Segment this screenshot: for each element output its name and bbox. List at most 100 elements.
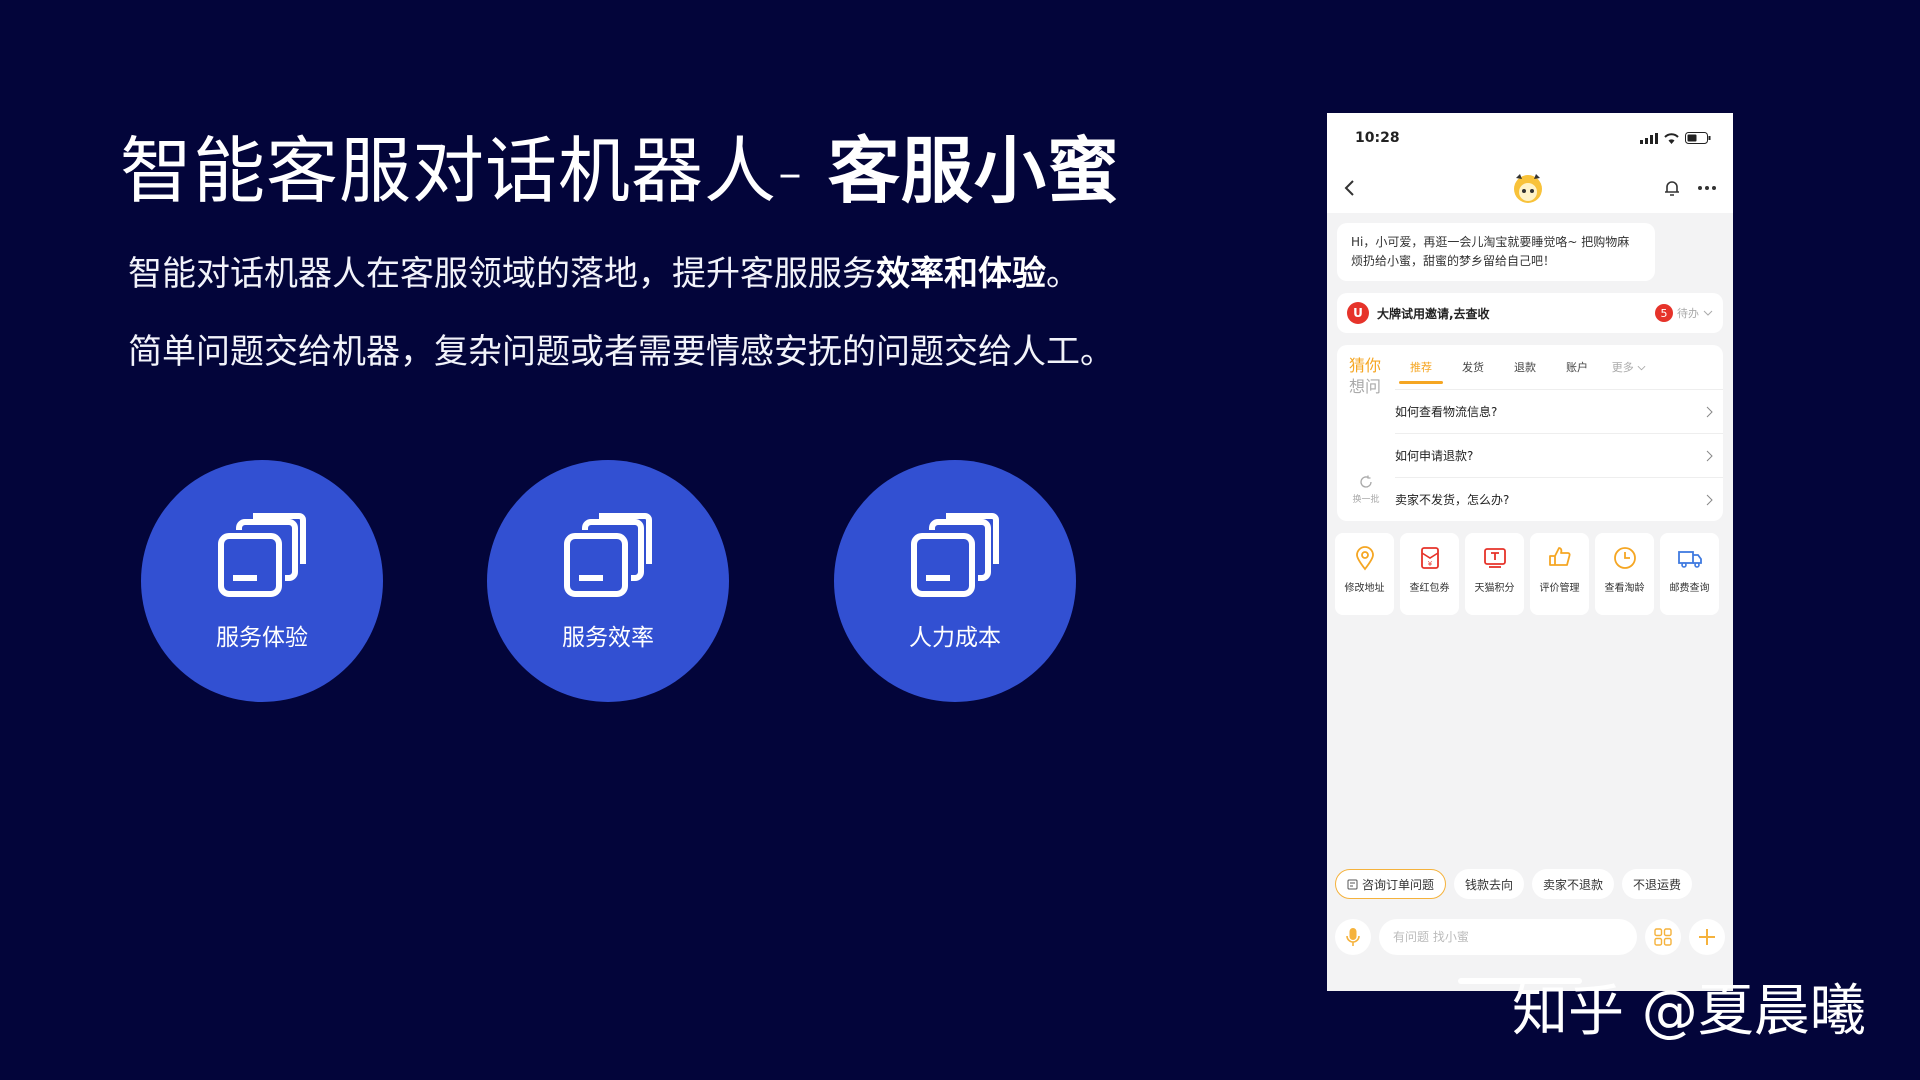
truck-icon	[1677, 551, 1702, 568]
service-label: 邮费查询	[1669, 583, 1710, 594]
chip-order-question[interactable]: 咨询订单问题	[1335, 869, 1447, 899]
question-text: 卖家不发货，怎么办?	[1395, 493, 1510, 507]
line1-bold: 效率和体验	[876, 254, 1046, 294]
guess-line2: 想问	[1349, 377, 1382, 396]
question-item[interactable]: 如何申请退款?	[1395, 433, 1723, 477]
service-postage-query[interactable]: 邮费查询	[1660, 533, 1719, 615]
tab-account[interactable]: 账户	[1551, 359, 1603, 375]
refresh-icon	[1360, 475, 1372, 488]
question-text: 如何查看物流信息?	[1395, 405, 1498, 419]
circle-labor-cost: 人力成本	[834, 460, 1076, 702]
plus-icon	[1699, 929, 1715, 945]
more-icon[interactable]	[1697, 185, 1717, 191]
refresh-label: 换一批	[1352, 495, 1380, 505]
circle-label: 服务效率	[562, 625, 654, 651]
question-item[interactable]: 如何查看物流信息?	[1395, 389, 1723, 433]
chevron-right-icon	[1706, 450, 1713, 461]
circle-label: 人力成本	[909, 625, 1001, 651]
svg-text:¥: ¥	[1427, 560, 1432, 568]
status-bar: 10:28	[1327, 113, 1733, 163]
mascot-icon	[1514, 174, 1542, 203]
chevron-down-icon	[1637, 365, 1646, 371]
invite-text: 大牌试用邀请,去查收	[1377, 306, 1490, 321]
invite-card[interactable]: U 大牌试用邀请,去查收 5 待办	[1337, 293, 1723, 333]
service-edit-address[interactable]: 修改地址	[1335, 533, 1394, 615]
tab-refund[interactable]: 退款	[1499, 359, 1551, 375]
back-icon[interactable]	[1343, 179, 1355, 197]
status-time: 10:28	[1355, 130, 1400, 146]
chip-no-shipping-refund[interactable]: 不退运费	[1622, 869, 1693, 899]
phone-screenshot: 10:28 Hi，小可爱，再逛一会儿淘宝就要睡觉咯~ 把购物麻烦扔给小蜜，甜蜜的…	[1327, 113, 1733, 991]
message-input[interactable]	[1379, 919, 1637, 955]
guess-line1: 猜你	[1349, 356, 1382, 375]
question-item[interactable]: 卖家不发货，怎么办?	[1395, 477, 1723, 521]
battery-icon	[1685, 132, 1711, 144]
faq-right: 推荐 发货 退款 账户 更多 如何查看物流信息? 如何申请退款? 卖家不发货，怎…	[1395, 351, 1723, 521]
input-bar	[1327, 909, 1733, 965]
status-icons	[1640, 132, 1711, 144]
service-label: 评价管理	[1539, 583, 1580, 594]
bell-icon[interactable]	[1663, 179, 1681, 197]
chevron-down-icon	[1703, 310, 1713, 316]
chip-label: 咨询订单问题	[1362, 877, 1435, 892]
tab-recommend[interactable]: 推荐	[1395, 359, 1447, 384]
clock-icon	[1613, 547, 1636, 569]
guess-label: 猜你 想问	[1349, 355, 1381, 397]
faq-left: 猜你 想问 换一批	[1337, 351, 1395, 521]
microphone-icon	[1346, 928, 1360, 946]
question-text: 如何申请退款?	[1395, 449, 1474, 463]
faq-tabs: 推荐 发货 退款 账户 更多	[1395, 351, 1723, 384]
chip-seller-no-refund[interactable]: 卖家不退款	[1532, 869, 1615, 899]
todo-label: 待办	[1677, 307, 1699, 320]
service-label: 天猫积分	[1474, 583, 1515, 594]
faq-card: 猜你想问 换一批 推荐 发货 退款 账户 更多 如何查看物流信息? 如何申请退款…	[1337, 345, 1723, 521]
refresh-button[interactable]: 换一批	[1351, 475, 1381, 505]
chip-money-flow[interactable]: 钱款去向	[1454, 869, 1525, 899]
service-tmall-points[interactable]: 天猫积分	[1465, 533, 1524, 615]
tab-more-label: 更多	[1611, 361, 1634, 374]
watermark: 知乎 @夏晨曦	[1512, 979, 1866, 1044]
slide-title: 智能客服对话机器人- 客服小蜜	[120, 112, 1120, 217]
order-icon	[1347, 879, 1358, 889]
apps-button[interactable]	[1645, 919, 1681, 955]
add-button[interactable]	[1689, 919, 1725, 955]
circle-label: 服务体验	[216, 625, 308, 651]
service-shortcuts: 修改地址 ¥ 查红包券 天猫积分 评价管理 查看淘龄 邮费查询	[1335, 533, 1733, 615]
todo-count: 5	[1655, 304, 1673, 322]
layers-icon	[911, 513, 999, 597]
nav-bar	[1327, 163, 1733, 213]
tab-shipping[interactable]: 发货	[1447, 359, 1499, 375]
chevron-right-icon	[1706, 406, 1713, 417]
chevron-right-icon	[1706, 494, 1713, 505]
nav-actions	[1663, 179, 1717, 197]
circle-service-experience: 服务体验	[141, 460, 383, 702]
wifi-icon	[1664, 132, 1679, 144]
line1-text: 智能对话机器人在客服领域的落地，提升客服服务	[128, 254, 876, 294]
red-packet-icon: ¥	[1420, 547, 1439, 569]
quick-chips: 咨询订单问题 钱款去向 卖家不退款 不退运费	[1335, 869, 1693, 899]
description-line-2: 简单问题交给机器，复杂问题或者需要情感安抚的问题交给人工。	[128, 332, 1114, 372]
thumbs-up-icon	[1548, 547, 1571, 566]
voice-button[interactable]	[1335, 919, 1371, 955]
circle-service-efficiency: 服务效率	[487, 460, 729, 702]
service-label: 修改地址	[1344, 583, 1385, 594]
layers-icon	[564, 513, 652, 597]
service-red-packet[interactable]: ¥ 查红包券	[1400, 533, 1459, 615]
invite-badge: U	[1347, 302, 1369, 324]
service-taobao-age[interactable]: 查看淘龄	[1595, 533, 1654, 615]
title-light: 智能客服对话机器人-	[120, 129, 828, 213]
service-label: 查红包券	[1409, 583, 1450, 594]
todo-indicator[interactable]: 5 待办	[1655, 304, 1713, 322]
location-pin-icon	[1355, 546, 1374, 571]
service-label: 查看淘龄	[1604, 583, 1645, 594]
title-bold: 客服小蜜	[827, 129, 1120, 213]
tab-more[interactable]: 更多	[1603, 359, 1655, 375]
layers-icon	[218, 513, 306, 597]
tmall-points-icon	[1483, 548, 1506, 568]
greeting-bubble: Hi，小可爱，再逛一会儿淘宝就要睡觉咯~ 把购物麻烦扔给小蜜，甜蜜的梦乡留给自己…	[1337, 223, 1655, 281]
grid-icon	[1654, 928, 1672, 946]
description-line-1: 智能对话机器人在客服领域的落地，提升客服服务效率和体验。	[128, 246, 1080, 295]
service-review-manage[interactable]: 评价管理	[1530, 533, 1589, 615]
line1-end: 。	[1046, 254, 1080, 294]
signal-icon	[1640, 132, 1658, 144]
